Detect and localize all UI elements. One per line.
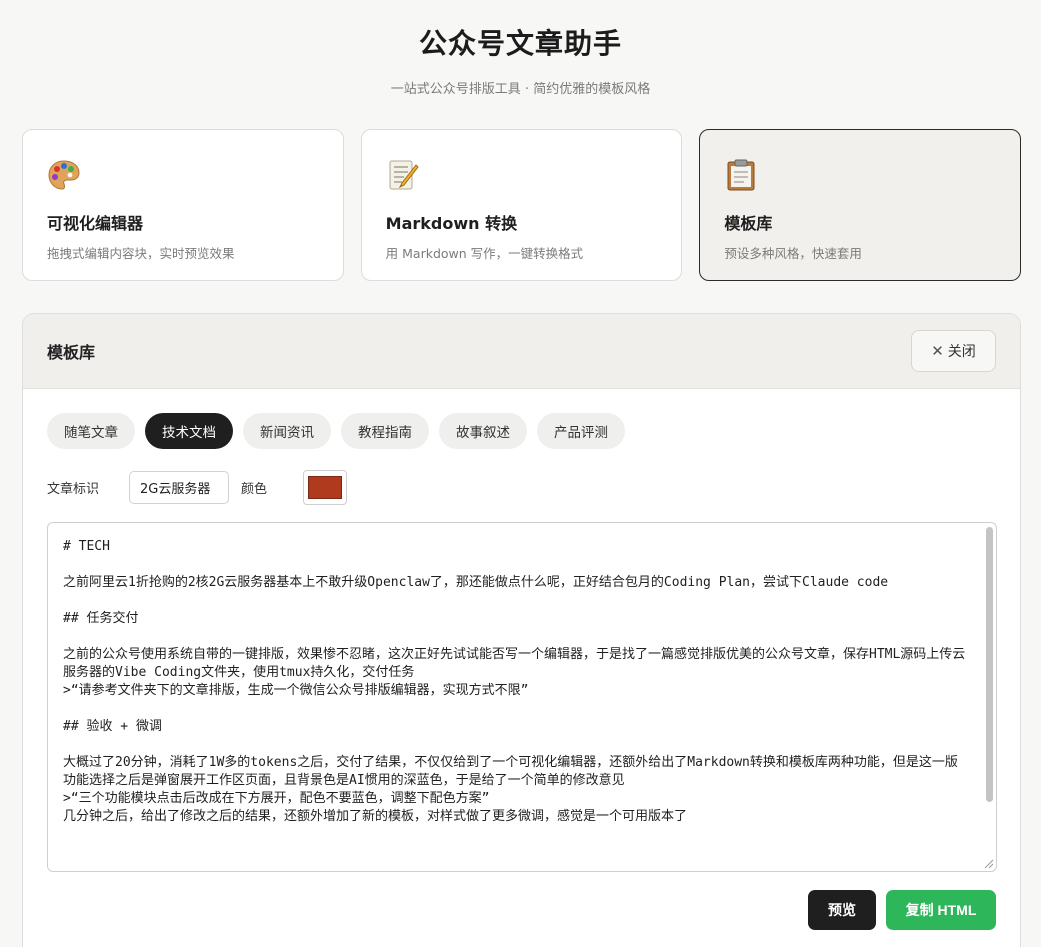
editor-scrollbar[interactable]: [983, 525, 995, 855]
clipboard-icon: [727, 159, 755, 191]
panel-header: 模板库 ✕ 关闭: [23, 314, 1020, 389]
card-title: 可视化编辑器: [47, 214, 144, 233]
feature-cards: 可视化编辑器 拖拽式编辑内容块，实时预览效果 Markdown 转换 用 Mar…: [22, 129, 1022, 281]
copy-html-button[interactable]: 复制 HTML: [886, 890, 996, 930]
memo-icon: [389, 160, 419, 190]
card-title: Markdown 转换: [385, 214, 518, 233]
article-id-input[interactable]: [129, 470, 230, 504]
card-template-library[interactable]: 模板库 预设多种风格，快速套用: [699, 129, 1022, 281]
card-visual-editor[interactable]: 可视化编辑器 拖拽式编辑内容块，实时预览效果: [22, 129, 344, 281]
close-label: 关闭: [947, 344, 976, 360]
scroll-thumb[interactable]: [986, 527, 993, 802]
editor-text[interactable]: # TECH 之前阿里云1折抢购的2核2G云服务器基本上不敢升级Openclaw…: [48, 523, 982, 871]
card-title: 模板库: [724, 214, 773, 233]
preview-button[interactable]: 预览: [808, 890, 876, 930]
card-desc: 用 Markdown 写作，一键转换格式: [385, 246, 584, 261]
app-title: 公众号文章助手: [418, 27, 622, 60]
template-tabs: 随笔文章 技术文档 新闻资讯 教程指南 故事叙述 产品评测: [47, 413, 625, 449]
markdown-editor[interactable]: # TECH 之前阿里云1折抢购的2核2G云服务器基本上不敢升级Openclaw…: [47, 522, 997, 872]
color-picker[interactable]: [303, 469, 348, 505]
template-panel: 模板库 ✕ 关闭 随笔文章 技术文档 新闻资讯 教程指南 故事叙述 产品评测 文…: [22, 313, 1021, 947]
card-markdown[interactable]: Markdown 转换 用 Markdown 写作，一键转换格式: [360, 129, 683, 281]
color-label: 颜色: [241, 481, 268, 497]
tab-story[interactable]: 故事叙述: [439, 413, 527, 449]
action-bar: 预览 复制 HTML: [808, 890, 996, 930]
card-desc: 拖拽式编辑内容块，实时预览效果: [47, 246, 235, 261]
palette-icon: [48, 160, 80, 190]
close-button[interactable]: ✕ 关闭: [911, 330, 996, 372]
tab-review[interactable]: 产品评测: [537, 413, 625, 449]
resize-grip-icon[interactable]: [984, 859, 994, 869]
tab-tech-doc[interactable]: 技术文档: [145, 413, 233, 449]
panel-title: 模板库: [47, 343, 96, 362]
app-subtitle: 一站式公众号排版工具 · 简约优雅的模板风格: [390, 82, 651, 97]
tab-tutorial[interactable]: 教程指南: [341, 413, 429, 449]
color-swatch: [308, 475, 343, 499]
tab-news[interactable]: 新闻资讯: [243, 413, 331, 449]
app-header: 公众号文章助手 一站式公众号排版工具 · 简约优雅的模板风格: [0, 0, 1041, 97]
close-icon: ✕: [931, 342, 944, 360]
meta-row: 文章标识 颜色: [47, 469, 348, 505]
article-id-label: 文章标识: [47, 481, 100, 497]
card-desc: 预设多种风格，快速套用: [724, 246, 862, 261]
tab-essay[interactable]: 随笔文章: [47, 413, 135, 449]
